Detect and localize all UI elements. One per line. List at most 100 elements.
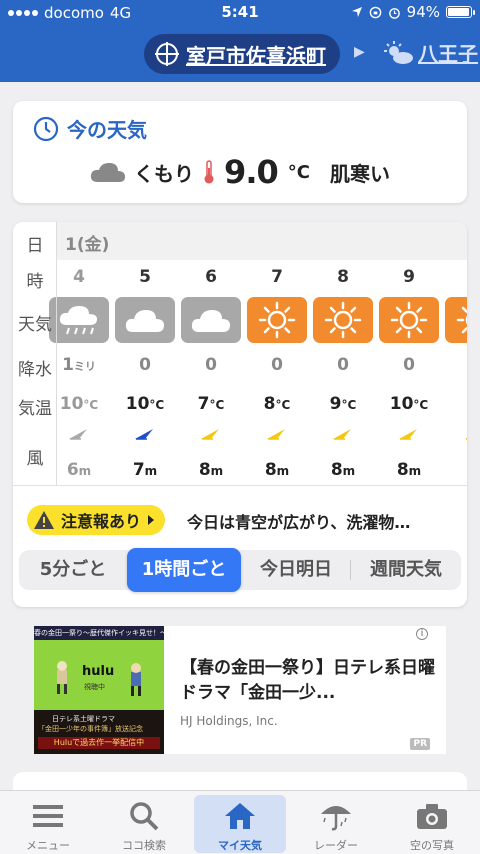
interval-selector: 5分ごと 1時間ごと 今日明日 週間天気 — [19, 548, 461, 592]
rain-icon — [59, 306, 97, 335]
wind-direction-icon — [201, 429, 219, 440]
menu-icon — [33, 805, 63, 827]
weather-cell — [247, 297, 307, 343]
wind-speed: 8m — [198, 460, 224, 480]
precip-value: 0 — [337, 355, 349, 375]
hour-column: 8 0 9°C 8m — [310, 222, 376, 486]
temp-unit: °C — [83, 398, 99, 412]
hour-label: 6 — [205, 267, 217, 287]
wind-unit: m — [342, 464, 356, 478]
temp-value: 1 — [442, 394, 467, 414]
wind-unit: m — [408, 464, 422, 478]
chevron-right-icon — [148, 515, 155, 525]
ad-info-icon[interactable]: i — [416, 628, 428, 640]
cloud-icon — [90, 163, 126, 182]
ad-title[interactable]: 【春の金田一祭り】日テレ系日曜ドラマ「金田一少... — [180, 656, 442, 706]
tab-5min[interactable]: 5分ごと — [19, 550, 127, 590]
search-icon — [130, 802, 159, 831]
wind-direction-icon — [399, 429, 417, 440]
camera-icon — [417, 804, 447, 829]
ad-banner-line3: Huluで過去作一挙配信中 — [38, 737, 160, 749]
home-icon — [225, 803, 255, 829]
temp-unit: °C — [275, 398, 291, 412]
chevron-right-icon: ▶ — [354, 44, 365, 60]
current-weather-card[interactable]: 今の天気 くもり 9.0 °C 肌寒い — [13, 101, 467, 203]
temp-value: 8°C — [263, 394, 291, 414]
tab-sky-photos[interactable]: 空の写真 — [386, 795, 478, 853]
warning-icon — [34, 511, 54, 529]
precip-value: 0 — [205, 355, 217, 375]
wind-speed: 8m — [264, 460, 290, 480]
label-wind: 風 — [26, 449, 44, 469]
tab-today-tomorrow[interactable]: 今日明日 — [245, 550, 347, 590]
hour-column: 7 0 8°C 8m — [244, 222, 310, 486]
precip-value: 0 — [271, 355, 283, 375]
sun-icon — [258, 301, 296, 339]
tab-menu[interactable]: メニュー — [2, 795, 94, 853]
temp-unit: °C — [209, 398, 225, 412]
tab-menu-label: メニュー — [26, 839, 70, 852]
hour-column: 9 0 10°C 8m — [376, 222, 442, 486]
wind-direction-icon — [267, 429, 285, 440]
sun-icon — [390, 301, 428, 339]
temp-unit: °C — [413, 398, 429, 412]
ad-brand: hulu — [82, 664, 115, 679]
hour-label: 7 — [271, 267, 283, 287]
tab-radar[interactable]: レーダー — [290, 795, 382, 853]
label-precip: 降水 — [18, 360, 52, 380]
current-temp-unit: °C — [287, 161, 310, 183]
status-bar: docomo 4G 5:41 94% — [0, 0, 480, 26]
ad-card[interactable]: 春の金田一祭り〜歴代傑作イッキ見せ！〜 hulu 視聴中 日テレ系土曜ドラマ 「… — [34, 626, 446, 754]
weather-cell — [445, 297, 467, 343]
current-condition: くもり — [134, 161, 195, 186]
hour-column: 6 0 7°C 8m — [178, 222, 244, 486]
tab-my-weather[interactable]: マイ天気 — [194, 795, 286, 853]
wind-speed: 8m — [396, 460, 422, 480]
weather-cell — [49, 297, 109, 343]
ad-pr-badge: PR — [410, 738, 430, 750]
row-labels: 日 時 天気 降水 気温 風 — [13, 222, 57, 486]
tab-hourly[interactable]: 1時間ごと — [127, 548, 241, 592]
wind-speed: 7m — [132, 460, 158, 480]
alert-badge[interactable]: 注意報あり — [27, 505, 166, 535]
next-location-button[interactable]: 八王子 — [384, 38, 478, 67]
label-temp: 気温 — [18, 399, 52, 419]
next-location-name: 八王子 — [418, 42, 478, 66]
temp-value: 7°C — [197, 394, 225, 414]
current-weather-title: 今の天気 — [67, 118, 147, 142]
alert-summary[interactable]: 今日は青空が広がり、洗濯物… — [187, 509, 410, 533]
sun-icon — [456, 306, 467, 334]
tab-radar-label: レーダー — [314, 839, 358, 852]
tab-sky-photos-label: 空の写真 — [410, 839, 454, 852]
alarm-icon — [388, 7, 400, 19]
wind-direction-icon — [69, 429, 87, 440]
alert-label: 注意報あり — [61, 512, 142, 531]
temp-unit: °C — [341, 398, 357, 412]
precip-value: 0 — [403, 355, 415, 375]
wind-unit: m — [144, 464, 158, 478]
current-location-button[interactable]: 室戸市佐喜浜町 — [144, 34, 340, 74]
weather-cell — [313, 297, 373, 343]
temp-value: 9°C — [329, 394, 357, 414]
ad-advertiser: HJ Holdings, Inc. — [180, 714, 278, 728]
tab-search[interactable]: ココ検索 — [98, 795, 190, 853]
battery-icon — [446, 6, 475, 18]
weather-cell — [181, 297, 241, 343]
precip-value: 0 — [139, 355, 151, 375]
ad-image[interactable]: 春の金田一祭り〜歴代傑作イッキ見せ！〜 hulu 視聴中 日テレ系土曜ドラマ 「… — [34, 626, 164, 754]
hour-label: 9 — [403, 267, 415, 287]
cloud-icon — [191, 310, 230, 332]
tab-search-label: ココ検索 — [122, 839, 166, 852]
tab-weekly[interactable]: 週間天気 — [351, 550, 461, 590]
feels-like: 肌寒い — [329, 161, 390, 186]
ad-banner-line1: 日テレ系土曜ドラマ — [52, 715, 115, 723]
weather-cell — [379, 297, 439, 343]
hourly-table[interactable]: 1(金) 4 1ミリ 10°C 6m 5 0 10°C 7m 6 0 7°C 8m 7 0 8°C 8m 8 0 9… — [13, 222, 467, 486]
clock-icon — [33, 116, 59, 141]
hourly-forecast-card: 1(金) 4 1ミリ 10°C 6m 5 0 10°C 7m 6 0 7°C 8m 7 0 8°C 8m 8 0 9… — [13, 222, 467, 607]
orientation-lock-icon — [369, 6, 381, 18]
character-icon — [57, 661, 67, 694]
battery-percent: 94% — [406, 3, 440, 21]
label-day: 日 — [26, 236, 44, 256]
tab-bar: メニュー ココ検索 マイ天気 レーダー 空の写真 — [0, 790, 480, 854]
